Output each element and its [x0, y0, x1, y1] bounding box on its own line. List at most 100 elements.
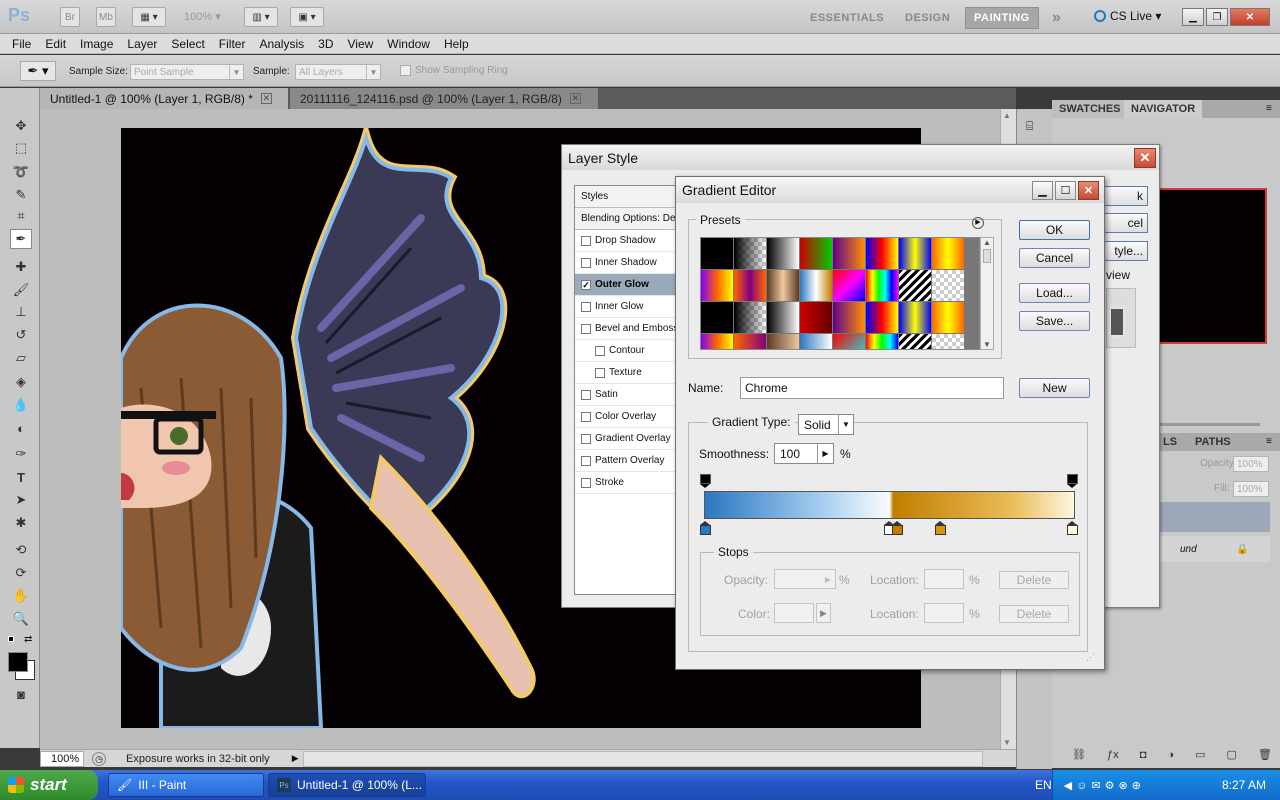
- style-item-inner-shadow[interactable]: Inner Shadow: [575, 252, 677, 274]
- preset-swatch[interactable]: [833, 238, 865, 269]
- shape-tool[interactable]: ✱: [10, 513, 32, 533]
- workspace-design[interactable]: DESIGN: [897, 7, 958, 29]
- menu-filter[interactable]: Filter: [212, 34, 253, 54]
- gradient-name-input[interactable]: Chrome: [740, 377, 1004, 399]
- tool-preset-picker[interactable]: ✒ ▾: [20, 61, 56, 81]
- style-item-texture[interactable]: Texture: [575, 362, 677, 384]
- navigator-zoom-slider[interactable]: [1160, 423, 1260, 426]
- screen-mode-button[interactable]: ▣ ▾: [290, 7, 324, 27]
- type-tool[interactable]: T: [10, 467, 32, 487]
- save-button[interactable]: Save...: [1019, 311, 1090, 331]
- zoom-level-select[interactable]: 100% ▾: [184, 10, 221, 23]
- style-item-inner-glow[interactable]: Inner Glow: [575, 296, 677, 318]
- presets-menu-icon[interactable]: ▶: [972, 217, 984, 229]
- style-item-stroke[interactable]: Stroke: [575, 472, 677, 494]
- gradient-preview-bar[interactable]: [704, 491, 1075, 519]
- eraser-tool[interactable]: ▱: [10, 348, 32, 368]
- preset-swatch[interactable]: [932, 334, 964, 349]
- opacity-stop-right[interactable]: [1067, 474, 1078, 488]
- move-tool[interactable]: ✥: [10, 116, 32, 136]
- resize-grip-icon[interactable]: ⋰: [1086, 652, 1095, 663]
- preset-swatch[interactable]: [800, 270, 832, 301]
- menu-3d[interactable]: 3D: [311, 34, 340, 54]
- style-item-outer-glow[interactable]: ✓ Outer Glow: [575, 274, 677, 296]
- preset-swatch[interactable]: [701, 238, 733, 269]
- preset-swatch[interactable]: [701, 270, 733, 301]
- doc-tab-psd[interactable]: 20111116_124116.psd @ 100% (Layer 1, RGB…: [290, 88, 598, 109]
- preset-swatch[interactable]: [866, 270, 898, 301]
- preset-swatch[interactable]: [767, 302, 799, 333]
- preset-swatch[interactable]: [899, 302, 931, 333]
- navigator-preview[interactable]: [1157, 188, 1267, 344]
- preset-swatch[interactable]: [833, 302, 865, 333]
- ok-button[interactable]: OK: [1019, 220, 1090, 240]
- menu-edit[interactable]: Edit: [38, 34, 73, 54]
- status-zoom-field[interactable]: 100%: [40, 750, 84, 767]
- preset-swatch[interactable]: [767, 238, 799, 269]
- preset-swatch[interactable]: [899, 270, 931, 301]
- fx-icon[interactable]: ƒx: [1107, 749, 1119, 761]
- blur-tool[interactable]: 💧: [10, 395, 32, 415]
- cancel-button[interactable]: Cancel: [1019, 248, 1090, 268]
- link-layers-icon[interactable]: ⛓: [1072, 748, 1086, 761]
- checkbox-icon[interactable]: [581, 323, 591, 334]
- tab-swatches[interactable]: SWATCHES: [1052, 100, 1128, 118]
- chevron-right-icon[interactable]: ▶: [817, 444, 833, 463]
- minimize-button[interactable]: ▁: [1182, 8, 1204, 26]
- history-brush-tool[interactable]: ↺: [10, 325, 32, 345]
- healing-brush-tool[interactable]: ✚: [10, 257, 32, 277]
- path-selection-tool[interactable]: ➤: [10, 490, 32, 510]
- quick-selection-tool[interactable]: ✎: [10, 185, 32, 205]
- lasso-tool[interactable]: ➰: [10, 162, 32, 182]
- paint-bucket-tool[interactable]: ◈: [10, 372, 32, 392]
- clone-stamp-tool[interactable]: ⊥: [10, 302, 32, 322]
- sample-select[interactable]: All Layers ▼: [295, 64, 381, 80]
- preset-swatch[interactable]: [899, 334, 931, 349]
- gradient-type-select[interactable]: Solid ▼: [798, 414, 854, 435]
- checkbox-icon[interactable]: [595, 345, 605, 356]
- preset-swatch[interactable]: [866, 334, 898, 349]
- default-colors-icon[interactable]: [8, 636, 18, 646]
- preset-swatch[interactable]: [833, 270, 865, 301]
- scroll-up-icon[interactable]: ▲: [981, 238, 993, 247]
- tray-icons[interactable]: ◀☺✉⚙⊗⊕: [1064, 779, 1145, 792]
- style-item-gradient-overlay[interactable]: Gradient Overlay: [575, 428, 677, 450]
- 3d-rotate-tool[interactable]: ⟲: [10, 540, 32, 560]
- ge-close-button[interactable]: ✕: [1078, 181, 1099, 200]
- layer-row-selected[interactable]: [1160, 502, 1270, 532]
- fill-field[interactable]: 100%: [1233, 481, 1269, 497]
- tab-layers[interactable]: LS: [1156, 433, 1184, 451]
- preset-swatch[interactable]: [701, 334, 733, 349]
- style-item-styles[interactable]: Styles: [575, 186, 677, 208]
- taskbar-paint[interactable]: 🖌 III - Paint: [108, 773, 264, 797]
- dodge-tool[interactable]: ◐: [10, 418, 32, 438]
- style-item-pattern-overlay[interactable]: Pattern Overlay: [575, 450, 677, 472]
- style-item-blending-options-def[interactable]: Blending Options: Def: [575, 208, 677, 230]
- checkbox-icon[interactable]: [581, 235, 591, 246]
- close-tab-icon[interactable]: ✕: [260, 93, 272, 104]
- checkbox-checked-icon[interactable]: ✓: [581, 279, 591, 290]
- preset-swatch[interactable]: [800, 238, 832, 269]
- scroll-down-icon[interactable]: ▼: [981, 340, 993, 349]
- preset-swatch[interactable]: [734, 270, 766, 301]
- style-item-satin[interactable]: Satin: [575, 384, 677, 406]
- color-stop-blue[interactable]: [700, 521, 711, 535]
- color-stop-cream[interactable]: [1067, 521, 1078, 535]
- preset-swatch[interactable]: [734, 334, 766, 349]
- tab-paths[interactable]: PATHS: [1188, 433, 1238, 451]
- menu-window[interactable]: Window: [380, 34, 437, 54]
- cs-live-menu[interactable]: CS Live ▾: [1094, 9, 1161, 23]
- clock[interactable]: 8:27 AM: [1222, 778, 1266, 792]
- preset-swatch[interactable]: [866, 238, 898, 269]
- smoothness-field[interactable]: 100 ▶: [774, 443, 834, 464]
- taskbar-photoshop[interactable]: Ps Untitled-1 @ 100% (L...: [268, 773, 426, 797]
- preset-swatch[interactable]: [734, 302, 766, 333]
- checkbox-icon[interactable]: [581, 257, 591, 268]
- checkbox-icon[interactable]: [581, 389, 591, 400]
- pen-tool[interactable]: ✑: [10, 444, 32, 464]
- preset-swatch[interactable]: [833, 334, 865, 349]
- brush-tool[interactable]: 🖌: [10, 280, 32, 300]
- close-window-button[interactable]: ✕: [1230, 8, 1270, 26]
- zoom-tool[interactable]: 🔍: [10, 609, 32, 629]
- color-stop-amber[interactable]: [935, 521, 946, 535]
